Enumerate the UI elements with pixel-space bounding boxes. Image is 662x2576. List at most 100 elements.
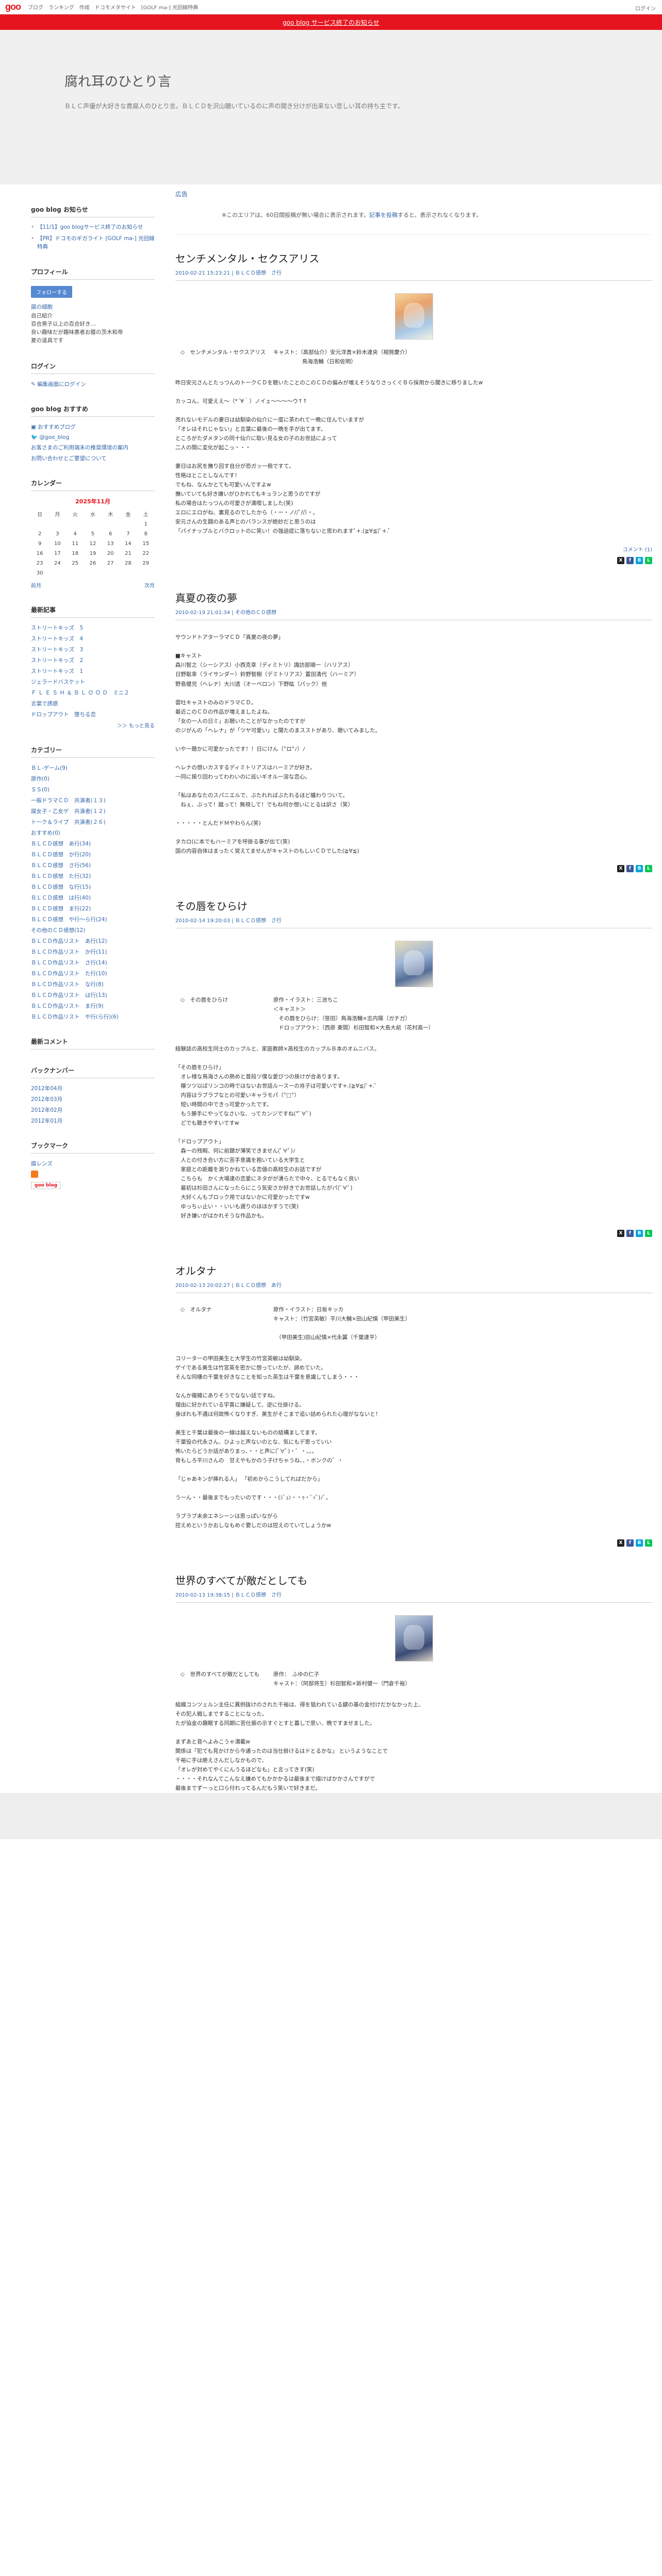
calendar-day[interactable]: 28 [119, 558, 137, 568]
calendar-day[interactable]: 29 [137, 558, 155, 568]
category-link[interactable]: 腐女子・乙女ゲ 共演者(１２) [31, 807, 155, 815]
hatena-bookmark-icon[interactable]: B [636, 1230, 643, 1238]
category-link[interactable]: ＢＬＣＤ感想 や行～ら行(24) [31, 916, 155, 923]
sidebar-notice-item[interactable]: 【PR】ドコモのギガライト [GOLF ma-] 光回線特典 [31, 235, 155, 251]
recent-post-link[interactable]: ストリートキッズ 5 [31, 624, 155, 632]
post-article-link[interactable]: 記事を投稿 [369, 212, 398, 218]
twitter-goo-blog-link[interactable]: 🐦 @goo_blog [31, 434, 155, 440]
line-share-icon[interactable]: L [645, 557, 652, 565]
calendar-day[interactable]: 8 [137, 529, 155, 539]
calendar-day[interactable]: 6 [102, 529, 119, 539]
entry-title[interactable]: センチメンタル・セクスアリス [175, 250, 652, 265]
calendar-day[interactable]: 26 [84, 558, 102, 568]
blog-title[interactable]: 腐れ耳のひとり言 [64, 71, 662, 90]
category-link[interactable]: 原作(0) [31, 775, 155, 783]
category-link[interactable]: ＢＬＣＤ感想 ま行(22) [31, 905, 155, 912]
line-share-icon[interactable]: L [645, 865, 652, 873]
hatena-bookmark-icon[interactable]: B [636, 557, 643, 565]
recent-post-link[interactable]: ジェラードバスケット [31, 678, 155, 686]
calendar-day[interactable]: 2 [31, 529, 48, 539]
service-end-notice-link[interactable]: goo blog サービス終了のお知らせ [283, 18, 379, 27]
follow-button[interactable]: フォローする [31, 286, 72, 298]
recent-post-link[interactable]: ストリートキッズ 2 [31, 656, 155, 664]
recent-post-link[interactable]: ドロップアウト 堕ちる恋 [31, 710, 155, 718]
recent-post-link[interactable]: Ｆ Ｌ Ｅ Ｓ Ｈ ＆ Ｂ Ｌ Ｏ Ｏ Ｄ ミニ２ [31, 689, 155, 697]
entry-title[interactable]: 真夏の夜の夢 [175, 590, 652, 605]
x-share-icon[interactable]: X [617, 865, 624, 873]
calendar-day[interactable]: 13 [102, 539, 119, 549]
entry-category[interactable]: ＢＬＣＤ感想 さ行 [235, 270, 282, 276]
calendar-prev-link[interactable]: 前月 [31, 581, 41, 589]
category-link[interactable]: ＢＬ-ゲーム(9) [31, 764, 155, 772]
recommend-blog-link[interactable]: ▣ おすすめブログ [31, 423, 155, 431]
admin-login-link[interactable]: ✎ 編集画面にログイン [31, 380, 155, 388]
calendar-day[interactable]: 27 [102, 558, 119, 568]
calendar-day[interactable]: 12 [84, 539, 102, 549]
top-nav-item-golf[interactable]: [GOLF ma-] 光回線特典 [141, 3, 198, 11]
calendar-day[interactable]: 30 [31, 568, 48, 578]
category-link[interactable]: おすすめ(0) [31, 829, 155, 837]
recent-post-link[interactable]: 言葉で誘惑 [31, 700, 155, 707]
comment-link[interactable]: コメント (1) [623, 545, 652, 553]
category-link[interactable]: ＢＬＣＤ感想 か行(20) [31, 851, 155, 858]
calendar-day[interactable]: 14 [119, 539, 137, 549]
top-nav-item-blog[interactable]: ブログ [28, 3, 43, 11]
x-share-icon[interactable]: X [617, 1539, 624, 1547]
calendar-day[interactable]: 17 [48, 549, 66, 558]
line-share-icon[interactable]: L [645, 1539, 652, 1547]
recommended-env-link[interactable]: お客さまのご利用端末の推奨環境の案内 [31, 444, 155, 451]
hatena-bookmark-icon[interactable]: B [636, 865, 643, 873]
calendar-day[interactable]: 5 [84, 529, 102, 539]
entry-category[interactable]: ＢＬＣＤ感想 さ行 [235, 1592, 282, 1598]
calendar-day[interactable]: 16 [31, 549, 48, 558]
calendar-day[interactable]: 7 [119, 529, 137, 539]
category-link[interactable]: ＢＬＣＤ作品リスト た行(10) [31, 970, 155, 977]
x-share-icon[interactable]: X [617, 557, 624, 565]
entry-date[interactable]: 2010-02-13 19:38:15 [175, 1592, 230, 1598]
profile-name[interactable]: 腐の細胞 [31, 303, 155, 311]
category-link[interactable]: ＢＬＣＤ感想 た行(32) [31, 872, 155, 880]
entry-category[interactable]: ＢＬＣＤ感想 さ行 [235, 918, 282, 924]
category-link[interactable]: その他のＣＤ感想(12) [31, 926, 155, 934]
category-link[interactable]: ＢＬＣＤ作品リスト か行(11) [31, 948, 155, 956]
entry-title[interactable]: その唇をひらけ [175, 898, 652, 913]
category-link[interactable]: ＢＬＣＤ作品リスト な行(8) [31, 980, 155, 988]
backnumber-link[interactable]: 2012年02月 [31, 1106, 155, 1114]
bookmark-link[interactable]: 腐レンズ [31, 1160, 155, 1167]
cd-cover-image[interactable] [394, 1615, 433, 1662]
rss-icon[interactable] [31, 1170, 38, 1178]
category-link[interactable]: ＢＬＣＤ感想 さ行(56) [31, 861, 155, 869]
entry-category[interactable]: ＢＬＣＤ感想 あ行 [235, 1283, 282, 1289]
calendar-day[interactable]: 15 [137, 539, 155, 549]
entry-title[interactable]: オルタナ [175, 1263, 652, 1278]
entry-date[interactable]: 2010-02-14 19:20:03 [175, 918, 230, 924]
category-link[interactable]: ＳＳ(0) [31, 786, 155, 793]
entry-date[interactable]: 2010-02-13 20:02:27 [175, 1283, 230, 1289]
calendar-day[interactable]: 23 [31, 558, 48, 568]
entry-category[interactable]: その他のＣＤ感想 [235, 610, 276, 616]
sidebar-notice-item[interactable]: 【11/1】goo blogサービス終了のお知らせ [31, 224, 155, 232]
contact-link[interactable]: お問い合わせとご要望について [31, 454, 155, 462]
entry-date[interactable]: 2010-02-19 21:01:34 [175, 610, 230, 616]
recent-post-link[interactable]: ストリートキッズ 1 [31, 667, 155, 675]
calendar-day[interactable]: 18 [67, 549, 84, 558]
top-nav-item-ranking[interactable]: ランキング [48, 3, 74, 11]
category-link[interactable]: ＢＬＣＤ作品リスト あ行(12) [31, 937, 155, 945]
facebook-share-icon[interactable]: f [626, 865, 634, 873]
facebook-share-icon[interactable]: f [626, 1230, 634, 1238]
calendar-day[interactable]: 1 [137, 519, 155, 529]
top-login-link[interactable]: ログイン [635, 4, 656, 12]
calendar-day[interactable]: 9 [31, 539, 48, 549]
category-link[interactable]: ＢＬＣＤ作品リスト ま行(9) [31, 1002, 155, 1010]
calendar-day[interactable]: 22 [137, 549, 155, 558]
facebook-share-icon[interactable]: f [626, 1539, 634, 1547]
hatena-bookmark-icon[interactable]: B [636, 1539, 643, 1547]
calendar-day[interactable]: 24 [48, 558, 66, 568]
category-link[interactable]: ＢＬＣＤ感想 あ行(34) [31, 840, 155, 848]
calendar-day[interactable]: 20 [102, 549, 119, 558]
goo-blog-badge[interactable]: goo blog [31, 1181, 61, 1189]
calendar-day[interactable]: 25 [67, 558, 84, 568]
category-link[interactable]: ＢＬＣＤ感想 な行(15) [31, 883, 155, 891]
calendar-day[interactable]: 4 [67, 529, 84, 539]
cd-cover-image[interactable] [394, 941, 433, 988]
